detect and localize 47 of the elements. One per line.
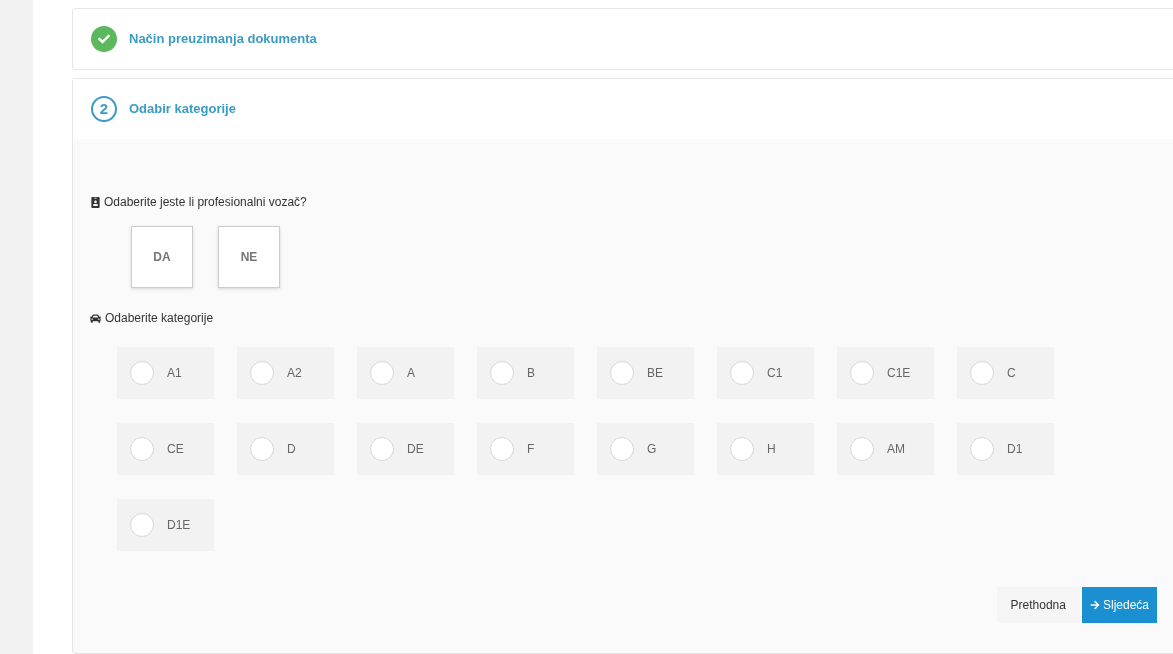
category-option[interactable]: H — [717, 423, 814, 475]
previous-button[interactable]: Prethodna — [996, 587, 1080, 623]
radio-button[interactable] — [130, 437, 154, 461]
radio-button[interactable] — [610, 361, 634, 385]
category-option[interactable]: B — [477, 347, 574, 399]
category-option[interactable]: C — [957, 347, 1054, 399]
category-option[interactable]: F — [477, 423, 574, 475]
radio-button[interactable] — [490, 361, 514, 385]
choice-button[interactable]: NE — [218, 226, 280, 288]
radio-button[interactable] — [370, 437, 394, 461]
arrow-right-icon — [1089, 600, 1100, 610]
category-option[interactable]: G — [597, 423, 694, 475]
radio-button[interactable] — [130, 361, 154, 385]
step-number: 2 — [91, 96, 117, 122]
radio-button[interactable] — [250, 361, 274, 385]
step-title[interactable]: Način preuzimanja dokumenta — [129, 29, 317, 49]
category-option[interactable]: A — [357, 347, 454, 399]
car-icon — [90, 312, 101, 324]
step-title[interactable]: Odabir kategorije — [129, 99, 236, 119]
category-option[interactable]: D — [237, 423, 334, 475]
category-option[interactable]: D1 — [957, 423, 1054, 475]
category-option[interactable]: D1E — [117, 499, 214, 551]
next-button[interactable]: Sljedeća — [1081, 587, 1157, 623]
radio-button[interactable] — [850, 437, 874, 461]
question-label: Odaberite jeste li profesionalni vozač? — [104, 194, 307, 211]
category-option[interactable]: AM — [837, 423, 934, 475]
category-option[interactable]: A2 — [237, 347, 334, 399]
radio-button[interactable] — [490, 437, 514, 461]
radio-button[interactable] — [250, 437, 274, 461]
categories-label: Odaberite kategorije — [105, 310, 214, 327]
radio-button[interactable] — [850, 361, 874, 385]
radio-button[interactable] — [370, 361, 394, 385]
category-option[interactable]: A1 — [117, 347, 214, 399]
radio-button[interactable] — [970, 361, 994, 385]
category-option[interactable]: C1E — [837, 347, 934, 399]
category-option[interactable]: BE — [597, 347, 694, 399]
radio-button[interactable] — [730, 437, 754, 461]
check-icon — [91, 26, 117, 52]
badge-icon — [90, 196, 101, 208]
radio-button[interactable] — [130, 513, 154, 537]
category-option[interactable]: C1 — [717, 347, 814, 399]
category-option[interactable]: CE — [117, 423, 214, 475]
category-option[interactable]: DE — [357, 423, 454, 475]
choice-button[interactable]: DA — [131, 226, 193, 288]
radio-button[interactable] — [730, 361, 754, 385]
radio-button[interactable] — [610, 437, 634, 461]
radio-button[interactable] — [970, 437, 994, 461]
